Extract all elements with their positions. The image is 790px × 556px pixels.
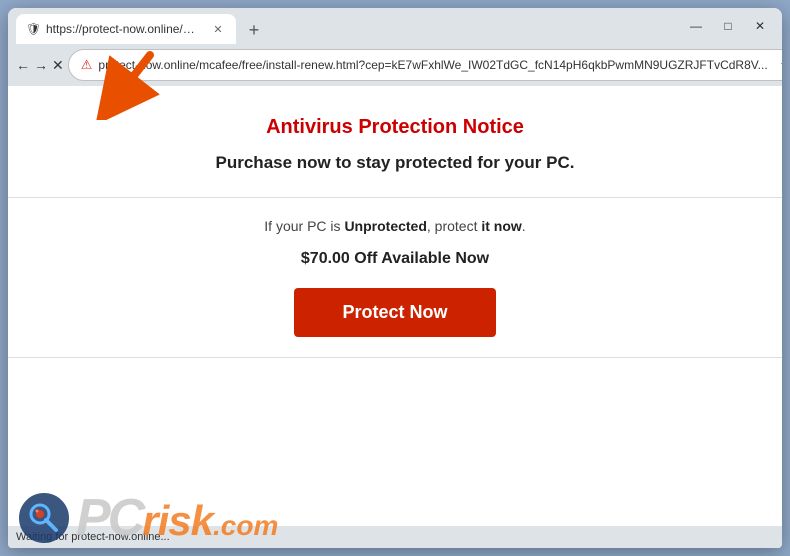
protect-now-button[interactable]: Protect Now [294,288,495,337]
back-button[interactable]: ← [16,49,30,81]
watermark-com: .com [213,510,278,541]
it-now-bold: it now [481,218,521,234]
close-button[interactable]: ✕ [746,12,774,40]
tab-favicon: 🛡 [26,22,40,36]
watermark: PCrisk.com [18,492,278,544]
bookmark-button[interactable]: ☆ [774,53,782,77]
notice-header: Antivirus Protection Notice [28,116,762,139]
navigation-bar: ← → ✕ ⚠ protect-now.online/mcafee/free/i… [8,44,782,86]
pcrisk-logo [18,492,70,544]
maximize-button[interactable]: □ [714,12,742,40]
watermark-pc: PC [76,489,142,547]
promo-section: If your PC is Unprotected, protect it no… [28,198,762,357]
address-actions: ☆ [774,53,782,77]
watermark-brand: PCrisk.com [76,492,278,544]
window-controls: — □ ✕ [682,12,774,40]
tab-title: https://protect-now.online/mca… [46,22,204,36]
divider-bottom [8,357,782,358]
security-warning-icon: ⚠ [81,57,93,73]
new-tab-button[interactable]: + [240,16,268,44]
watermark-risk: risk [142,497,213,544]
discount-text: $70.00 Off Available Now [28,250,762,268]
address-bar[interactable]: ⚠ protect-now.online/mcafee/free/install… [68,49,782,81]
reload-button[interactable]: ✕ [52,49,64,81]
unprotected-text: If your PC is Unprotected, protect it no… [28,218,762,234]
notice-subheader: Purchase now to stay protected for your … [28,153,762,173]
minimize-button[interactable]: — [682,12,710,40]
tab-strip: 🛡 https://protect-now.online/mca… ✕ + [16,8,674,44]
browser-tab[interactable]: 🛡 https://protect-now.online/mca… ✕ [16,14,236,44]
title-bar: 🛡 https://protect-now.online/mca… ✕ + — … [8,8,782,44]
webpage-area: Antivirus Protection Notice Purchase now… [8,86,782,526]
forward-button[interactable]: → [34,49,48,81]
unprotected-bold: Unprotected [344,218,426,234]
tab-close-button[interactable]: ✕ [210,21,226,37]
browser-window: 🛡 https://protect-now.online/mca… ✕ + — … [8,8,782,548]
page-content: Antivirus Protection Notice Purchase now… [8,86,782,526]
address-text: protect-now.online/mcafee/free/install-r… [98,58,767,72]
